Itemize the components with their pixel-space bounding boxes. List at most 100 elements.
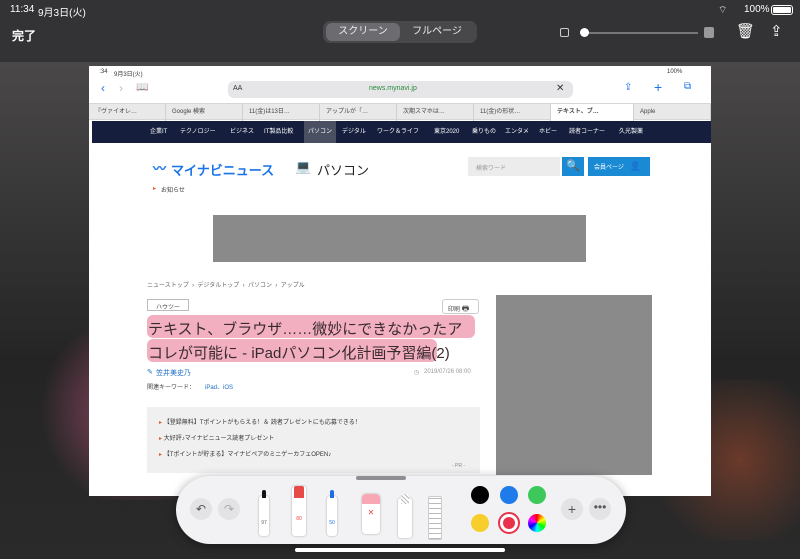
share-icon[interactable]: ⇪	[770, 22, 783, 40]
trash-icon[interactable]: 🗑	[736, 22, 755, 40]
marker-size-label: 80	[296, 516, 302, 522]
crop-handle[interactable]	[701, 486, 711, 496]
pencil-size-label: 50	[329, 520, 335, 526]
browser-tab[interactable]: Apple	[634, 104, 711, 121]
author-link[interactable]: 笠井美史乃	[156, 368, 191, 378]
browser-tab[interactable]: 『ヴァイオレ…	[89, 104, 166, 121]
bookmarks-icon[interactable]: 📖	[136, 82, 148, 93]
notice-link[interactable]: お知らせ	[161, 185, 185, 194]
promo-item[interactable]: ▸ 【Tポイントが貯まる】マイナビペアのミニゲーカフェOPEN♪	[159, 449, 331, 458]
address-bar[interactable]: AA news.mynavi.jp ✕	[228, 81, 573, 98]
color-red-selected[interactable]	[498, 512, 520, 534]
nav-item[interactable]: ビジネス	[230, 121, 254, 143]
breadcrumb-item[interactable]: アップル	[281, 283, 305, 289]
breadcrumb-item[interactable]: パソコン	[248, 283, 272, 289]
close-icon[interactable]: ✕	[556, 83, 564, 94]
nav-item[interactable]: ホビー	[539, 121, 557, 143]
promo-text: 【登録無料】Tポイントがもらえる！＆ 読者プレゼントにも応募できる！	[163, 420, 361, 426]
nav-item[interactable]: 読者コーナー	[569, 121, 605, 143]
print-button[interactable]: 印刷 🖶	[442, 299, 479, 314]
add-icon[interactable]: +	[561, 498, 583, 520]
nav-item-active[interactable]: パソコン	[304, 121, 337, 143]
more-icon[interactable]: •••	[589, 498, 611, 520]
crop-handle[interactable]	[89, 270, 93, 294]
ruler-tool[interactable]	[428, 496, 442, 540]
battery-icon	[771, 5, 793, 15]
lasso-tool[interactable]	[398, 494, 412, 538]
browser-tab[interactable]: 11(金)は13日…	[243, 104, 320, 121]
status-time: 11:34	[10, 4, 35, 15]
browser-tab-active[interactable]: テキスト、ブ…	[551, 104, 634, 121]
promo-item[interactable]: ▸ 【登録無料】Tポイントがもらえる！＆ 読者プレゼントにも応募できる！	[159, 417, 361, 426]
nav-item[interactable]: 乗りもの	[472, 121, 496, 143]
search-icon: 🔍	[566, 160, 580, 172]
member-label: 会員ページ	[594, 165, 624, 171]
browser-tab[interactable]: 次期スマホは…	[397, 104, 474, 121]
keywords-links[interactable]: iPad、iOS	[205, 382, 233, 391]
text-size-button[interactable]: AA	[233, 85, 242, 92]
browser-tab[interactable]: 11(金)の形状…	[474, 104, 551, 121]
promo-box: ▸ 【登録無料】Tポイントがもらえる！＆ 読者プレゼントにも応募できる！ ▸ 大…	[147, 407, 480, 473]
close-icon: ✕	[367, 508, 375, 517]
pr-label: - PR -	[452, 463, 466, 469]
color-green[interactable]	[528, 486, 546, 504]
done-button[interactable]: 完了	[12, 27, 36, 44]
search-button[interactable]: 🔍	[562, 157, 584, 176]
crop-handle[interactable]	[701, 66, 711, 76]
new-tab-icon[interactable]: +	[654, 79, 662, 95]
undo-icon[interactable]: ↶	[190, 498, 212, 520]
opacity-slider[interactable]	[580, 28, 698, 37]
color-black[interactable]	[471, 486, 489, 504]
nav-item[interactable]: 東京2020	[434, 121, 459, 143]
article-title-line1: テキスト、ブラウザ……微妙にできなかったア	[148, 321, 463, 338]
forward-icon[interactable]: ›	[119, 81, 123, 95]
breadcrumb-item[interactable]: デジタルトップ	[197, 283, 239, 289]
opacity-min-icon	[560, 28, 569, 37]
redo-icon[interactable]: ↷	[218, 498, 240, 520]
pen-size-label: 97	[261, 520, 267, 526]
member-page-button[interactable]: 会員ページ 👤	[588, 157, 650, 176]
nav-item[interactable]: テクノロジー	[180, 121, 216, 143]
crop-handle[interactable]	[385, 66, 415, 70]
nav-item[interactable]: エンタメ	[505, 121, 529, 143]
eraser-tool[interactable]: ✕	[362, 494, 380, 534]
print-label: 印刷	[448, 307, 461, 313]
color-yellow[interactable]	[471, 514, 489, 532]
printer-icon: 🖶	[461, 304, 470, 313]
status-battery: 100%	[744, 4, 770, 15]
category-badge: ハウツー	[147, 299, 190, 311]
nav-item[interactable]: 久光製薬	[619, 121, 643, 143]
site-nav: 企業IT テクノロジー ビジネス IT製品比較 パソコン デジタル ワーク＆ライ…	[92, 121, 711, 143]
clock-icon: ◷	[414, 370, 420, 376]
breadcrumb-item[interactable]: ニューストップ	[147, 283, 189, 289]
browser-tab[interactable]: アップルが「…	[320, 104, 397, 121]
crop-handle[interactable]	[89, 486, 99, 496]
crop-handle[interactable]	[89, 66, 99, 76]
share-icon[interactable]: ⇪	[624, 82, 632, 93]
color-picker-icon[interactable]	[528, 514, 546, 532]
chevron-right-icon: ▸	[153, 186, 157, 192]
nav-item[interactable]: ワーク＆ライフ	[377, 121, 419, 143]
section-title: パソコン	[317, 163, 370, 178]
pencil-tool[interactable]: 50	[327, 490, 337, 536]
pen-tool[interactable]: 97	[259, 490, 269, 536]
nav-item[interactable]: IT製品比較	[264, 121, 293, 143]
promo-text: 【Tポイントが貯まる】マイナビペアのミニゲーカフェOPEN♪	[163, 452, 332, 458]
tab-screen[interactable]: スクリーン	[326, 23, 400, 41]
tabs-icon[interactable]: ⧉	[684, 81, 691, 92]
keywords-label: 関連キーワード：	[147, 385, 196, 391]
nav-item[interactable]: 企業IT	[150, 121, 167, 143]
tab-full-page[interactable]: フルページ	[400, 23, 474, 41]
site-logo[interactable]: マイナビニュース	[171, 160, 274, 179]
screenshot-canvas[interactable]: 11:34 9月3日(火) 100% ‹ › 📖 AA news.mynavi.…	[89, 66, 711, 496]
crop-handle[interactable]	[707, 270, 711, 294]
search-input[interactable]: 検索ワード	[468, 157, 560, 176]
nav-item[interactable]: デジタル	[342, 121, 366, 143]
color-blue[interactable]	[500, 486, 518, 504]
marker-tool[interactable]: 80	[292, 486, 306, 536]
browser-tab[interactable]: Google 検索	[166, 104, 243, 121]
drag-handle[interactable]	[356, 476, 406, 480]
sidebar-ad	[496, 295, 652, 475]
back-icon[interactable]: ‹	[101, 81, 105, 95]
promo-item[interactable]: ▸ 大好評♪マイナビニュース読者プレゼント	[159, 433, 274, 442]
